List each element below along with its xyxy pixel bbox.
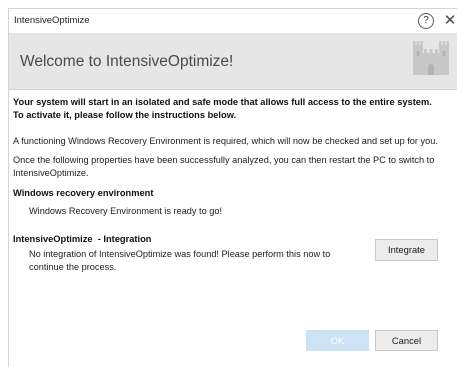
close-button[interactable]: ✕ <box>443 12 457 30</box>
recovery-status: Windows Recovery Environment is ready to… <box>29 206 223 216</box>
header-banner: Welcome to IntensiveOptimize! <box>9 33 457 90</box>
intro-text: Your system will start in an isolated an… <box>13 97 432 120</box>
ok-button[interactable]: OK <box>306 330 369 351</box>
recovery-heading: Windows recovery environment <box>13 188 154 198</box>
integration-status: No integration of IntensiveOptimize was … <box>29 249 331 272</box>
title-bar[interactable]: IntensiveOptimize ? ✕ <box>9 9 457 33</box>
cancel-button[interactable]: Cancel <box>375 330 438 351</box>
help-button[interactable]: ? <box>418 13 434 29</box>
castle-icon <box>413 41 449 75</box>
recovery-requirement-text: A functioning Windows Recovery Environme… <box>13 136 438 146</box>
integration-heading: IntensiveOptimize - Integration <box>13 234 152 244</box>
restart-info-text: Once the following properties have been … <box>13 155 435 178</box>
window-title: IntensiveOptimize <box>14 15 90 26</box>
header-title: Welcome to IntensiveOptimize! <box>20 53 234 70</box>
integrate-button[interactable]: Integrate <box>375 239 438 261</box>
intro-section: Your system will start in an isolated an… <box>13 96 443 121</box>
